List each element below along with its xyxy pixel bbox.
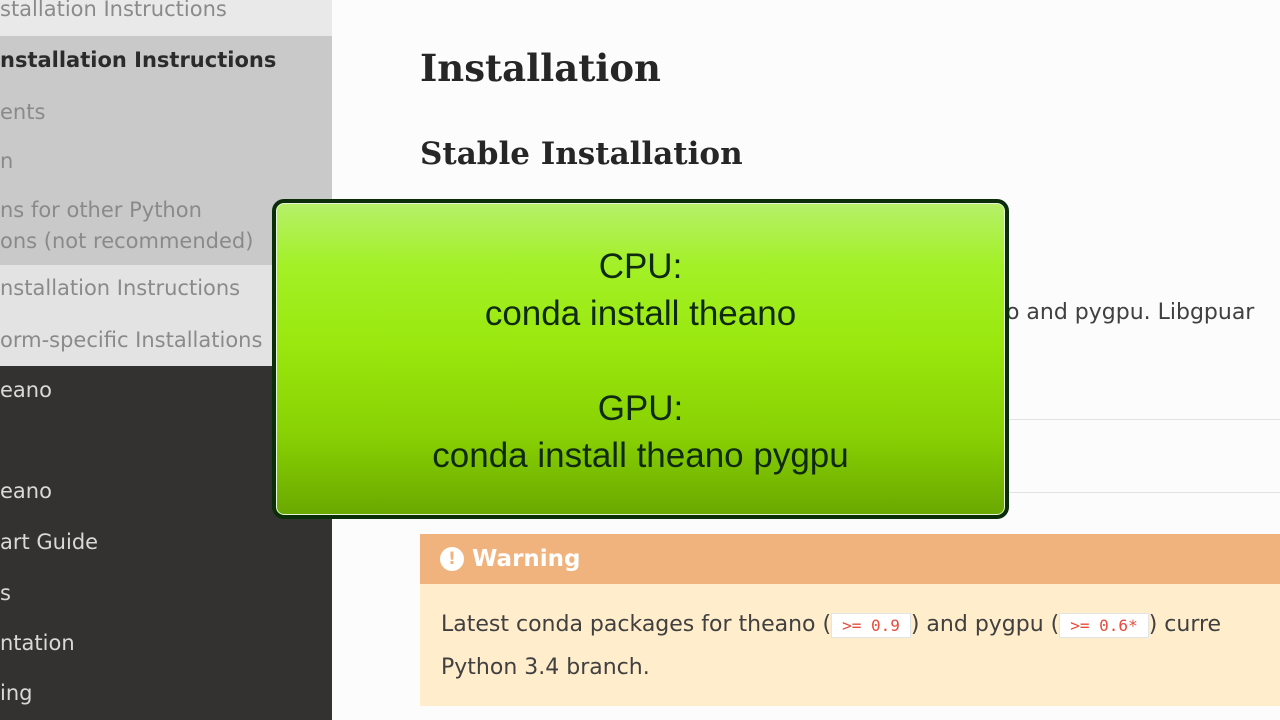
warning-title: Warning (472, 546, 581, 572)
sidebar-item-platform-specific[interactable]: orm-specific Installations (0, 325, 262, 355)
sidebar-item-dev-installation-instructions[interactable]: nstallation Instructions (0, 273, 240, 303)
warning-header: ! Warning (420, 534, 1280, 584)
page-title: Installation (420, 46, 661, 90)
cpu-command: conda install theano (484, 294, 797, 333)
warning-text-part: ) and pygpu ( (910, 612, 1060, 637)
warning-text-part: Latest conda packages for theano ( (441, 612, 832, 637)
version-code: >= 0.9 (831, 613, 911, 638)
sidebar-item-theano-2[interactable]: eano (0, 476, 52, 506)
gpu-command: conda install theano pygpu (432, 436, 849, 475)
sidebar-item-installation-instructions[interactable]: stallation Instructions (0, 0, 227, 24)
exclamation-circle-icon: ! (440, 547, 464, 571)
sidebar-item-start-guide[interactable]: art Guide (0, 527, 98, 557)
install-command-callout: CPU: conda install theano GPU: conda ins… (272, 199, 1009, 519)
version-code: >= 0.6* (1059, 613, 1149, 638)
sidebar-item-ing[interactable]: ing (0, 678, 32, 708)
body-paragraph: no and pygpu. Libgpuar (992, 300, 1255, 325)
sidebar-item-current-installation-instructions[interactable]: nstallation Instructions (0, 45, 276, 75)
warning-admonition: ! Warning Latest conda packages for thea… (420, 534, 1280, 706)
sidebar-item-theano-1[interactable]: eano (0, 375, 52, 405)
sidebar-item-s[interactable]: s (0, 578, 11, 608)
sidebar-item-other-python-line2[interactable]: ons (not recommended) (0, 226, 253, 256)
warning-text: Latest conda packages for theano (>= 0.9… (441, 604, 1280, 689)
sidebar-item-requirements[interactable]: ents (0, 97, 45, 127)
cpu-label: CPU: (598, 247, 683, 286)
warning-text-part: ) curre (1148, 612, 1222, 637)
sidebar-item-documentation[interactable]: ntation (0, 628, 75, 658)
section-heading: Stable Installation (420, 136, 743, 172)
gpu-label: GPU: (597, 389, 684, 428)
sidebar-item-installation[interactable]: n (0, 146, 13, 176)
sidebar-item-other-python-line1[interactable]: ns for other Python (0, 195, 202, 225)
warning-text-line2: Python 3.4 branch. (441, 655, 650, 680)
